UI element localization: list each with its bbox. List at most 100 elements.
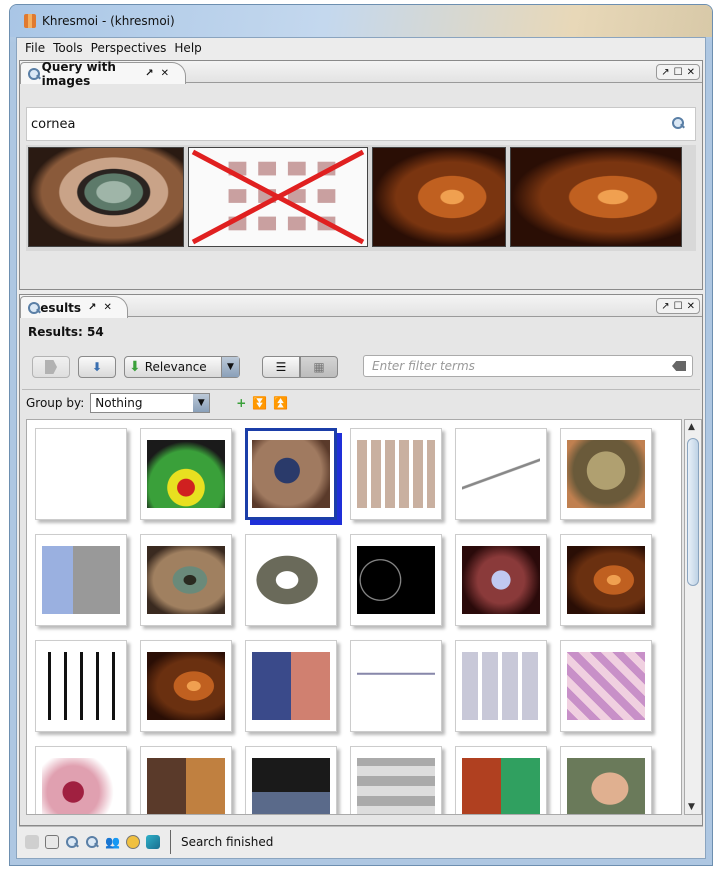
result-thumbnail[interactable] [245, 534, 337, 626]
result-thumbnail[interactable] [245, 640, 337, 732]
thumbnail-image [567, 546, 645, 614]
tab-results[interactable]: Results ↗ ✕ [20, 296, 128, 318]
chevron-down-icon: ▼ [221, 357, 239, 377]
results-panel: Results ↗ ✕ ↗ ☐ ✕ Results: 54 ⬇ ⬇ Releva… [19, 294, 703, 826]
query-image-eye-brown-wide[interactable] [510, 147, 682, 247]
search-input[interactable]: cornea [26, 107, 696, 141]
result-thumbnail[interactable] [140, 746, 232, 814]
result-thumbnail[interactable] [350, 428, 442, 520]
export-button[interactable] [32, 356, 70, 378]
sort-arrow-icon: ⬇ [129, 359, 141, 375]
menu-file[interactable]: File [21, 41, 49, 55]
group-by-select[interactable]: Nothing ▼ [90, 392, 211, 413]
result-thumbnail[interactable] [245, 428, 337, 520]
detach-icon[interactable]: ↗ [88, 302, 96, 313]
result-thumbnail[interactable] [35, 746, 127, 814]
status-bar: 👥 Search finished [19, 826, 703, 856]
result-thumbnail[interactable] [35, 428, 127, 520]
detach-icon[interactable]: ↗ [145, 68, 153, 79]
restore-icon[interactable]: ↗ [661, 301, 669, 312]
results-grid [26, 419, 682, 815]
close-panel-icon[interactable]: ✕ [687, 301, 695, 312]
query-panel-controls: ↗ ☐ ✕ [656, 64, 700, 80]
result-thumbnail[interactable] [560, 640, 652, 732]
thumbnail-image [357, 652, 435, 720]
query-image-eye-cornea[interactable] [28, 147, 184, 247]
query-tab-label: Query with images [41, 59, 116, 88]
result-thumbnail[interactable] [35, 640, 127, 732]
results-scrollbar[interactable]: ▲ ▼ [684, 419, 702, 815]
thumbnail-image [462, 758, 540, 814]
view-toggle: ☰ ▦ [262, 356, 338, 378]
cube-icon[interactable] [145, 834, 160, 849]
home-icon[interactable] [25, 834, 39, 849]
thumbnail-image [462, 546, 540, 614]
grid-icon: ▦ [313, 360, 325, 374]
search-icon[interactable] [65, 835, 79, 849]
grid-view-button[interactable]: ▦ [300, 356, 338, 378]
result-thumbnail[interactable] [245, 746, 337, 814]
filter-placeholder: Enter filter terms [372, 359, 475, 373]
sort-dropdown[interactable]: ⬇ Relevance ▼ [124, 356, 240, 378]
thumbnail-image [252, 652, 330, 720]
result-thumbnail[interactable] [350, 534, 442, 626]
restore-icon[interactable]: ↗ [661, 67, 669, 78]
client-area: File Tools Perspectives Help Query with … [16, 37, 706, 859]
result-thumbnail[interactable] [560, 428, 652, 520]
result-thumbnail[interactable] [140, 428, 232, 520]
result-thumbnail[interactable] [350, 640, 442, 732]
menu-tools[interactable]: Tools [49, 41, 87, 55]
scroll-up-icon[interactable]: ▲ [688, 422, 695, 432]
collapse-all-icon[interactable]: ⏫ [273, 396, 288, 410]
title-bar: Khresmoi - (khresmoi) [10, 5, 712, 37]
filter-input[interactable]: Enter filter terms [363, 355, 693, 377]
result-thumbnail[interactable] [455, 534, 547, 626]
close-panel-icon[interactable]: ✕ [687, 67, 695, 78]
menu-bar: File Tools Perspectives Help [17, 38, 705, 58]
group-by-bar: Group by: Nothing ▼ + ⏬ ⏫ [22, 389, 700, 415]
close-icon[interactable]: ✕ [161, 68, 169, 79]
list-view-button[interactable]: ☰ [262, 356, 300, 378]
search-icon [27, 67, 40, 81]
menu-help[interactable]: Help [170, 41, 205, 55]
window-title: Khresmoi - (khresmoi) [42, 14, 175, 28]
maximize-icon[interactable]: ☐ [674, 67, 683, 78]
close-icon[interactable]: ✕ [103, 302, 111, 313]
users-icon[interactable]: 👥 [105, 835, 120, 849]
thumbnail-image [357, 440, 435, 508]
result-thumbnail[interactable] [140, 534, 232, 626]
query-image-crossed-figure[interactable] [188, 147, 368, 247]
result-thumbnail[interactable] [350, 746, 442, 814]
maximize-icon[interactable]: ☐ [674, 301, 683, 312]
query-panel: Query with images ↗ ✕ ↗ ☐ ✕ cornea [19, 60, 703, 290]
thumbnail-image [42, 440, 120, 508]
scroll-down-icon[interactable]: ▼ [688, 802, 695, 812]
search-icon[interactable] [671, 116, 685, 130]
clock-icon[interactable] [125, 834, 140, 849]
result-thumbnail[interactable] [560, 746, 652, 814]
results-tabstrip: Results ↗ ✕ ↗ ☐ ✕ [20, 295, 702, 318]
thumbnail-image [252, 546, 330, 614]
clear-filter-icon[interactable] [672, 361, 686, 371]
document-icon[interactable] [45, 834, 59, 849]
download-icon: ⬇ [91, 360, 103, 374]
expand-all-icon[interactable]: ⏬ [252, 396, 267, 410]
zoom-in-icon[interactable] [85, 835, 99, 849]
result-thumbnail[interactable] [455, 640, 547, 732]
scroll-thumb[interactable] [687, 438, 699, 586]
add-group-icon[interactable]: + [236, 396, 246, 410]
result-thumbnail[interactable] [560, 534, 652, 626]
app-window: Khresmoi - (khresmoi) File Tools Perspec… [9, 4, 713, 866]
results-toolbar: ⬇ ⬇ Relevance ▼ ☰ ▦ Enter filter terms [20, 349, 702, 385]
results-panel-controls: ↗ ☐ ✕ [656, 298, 700, 314]
results-count: Results: 54 [28, 325, 104, 339]
download-button[interactable]: ⬇ [78, 356, 116, 378]
result-thumbnail[interactable] [35, 534, 127, 626]
result-thumbnail[interactable] [140, 640, 232, 732]
result-thumbnail[interactable] [455, 746, 547, 814]
tab-query-with-images[interactable]: Query with images ↗ ✕ [20, 60, 186, 88]
menu-perspectives[interactable]: Perspectives [87, 41, 171, 55]
status-text: Search finished [180, 834, 274, 849]
result-thumbnail[interactable] [455, 428, 547, 520]
query-image-eye-brown[interactable] [372, 147, 506, 247]
